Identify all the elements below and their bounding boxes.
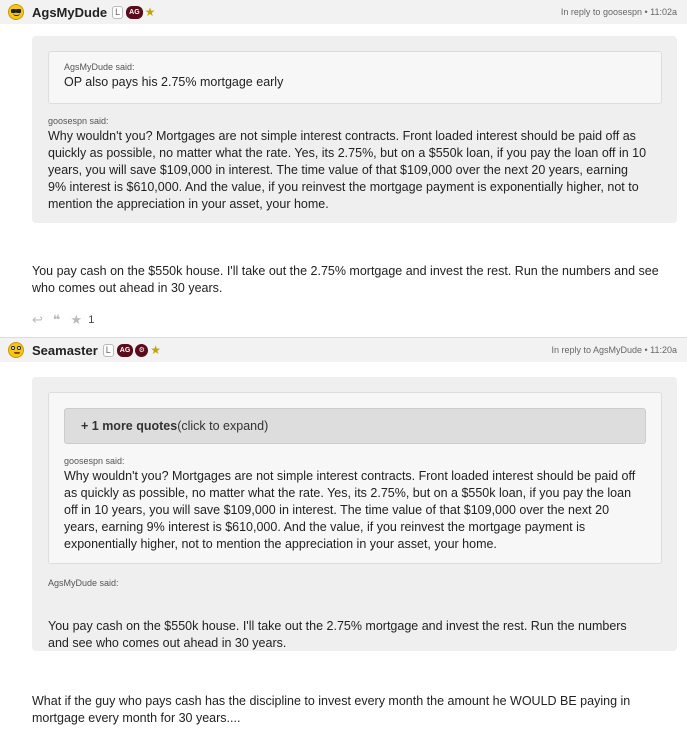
post-header: AgsMyDude L AG ★ In reply to goosespn • … bbox=[0, 0, 687, 24]
like-count: 1 bbox=[88, 314, 95, 326]
gear-badge-icon: ⚙ bbox=[135, 343, 149, 357]
quote-author: AgsMyDude said: bbox=[48, 578, 119, 588]
quote-author: goosespn said: bbox=[64, 456, 125, 466]
reply-meta[interactable]: In reply to AgsMyDude • 11:20a bbox=[551, 345, 677, 355]
quote-text: Why wouldn't you? Mortgages are not simp… bbox=[48, 129, 647, 211]
username[interactable]: Seamaster bbox=[32, 343, 98, 358]
reply-meta[interactable]: In reply to goosespn • 11:02a bbox=[561, 7, 677, 17]
ag-badge: AG bbox=[116, 343, 134, 357]
nerd-avatar-icon[interactable] bbox=[8, 342, 24, 358]
quote-block: + 1 more quotes (click to expand) gooses… bbox=[32, 377, 677, 651]
star-icon: ★ bbox=[150, 343, 162, 357]
post-actions: ↩ ❝ ★ 1 bbox=[0, 311, 687, 329]
quote-text: You pay cash on the $550k house. I'll ta… bbox=[48, 619, 627, 650]
quote-author: AgsMyDude said: bbox=[64, 62, 135, 72]
level-badge: L bbox=[102, 343, 114, 357]
post-text: What if the guy who pays cash has the di… bbox=[32, 694, 631, 725]
level-badge: L bbox=[112, 5, 124, 19]
quote-text: Why wouldn't you? Mortgages are not simp… bbox=[64, 469, 636, 551]
post-body: AgsMyDude said: OP also pays his 2.75% m… bbox=[0, 36, 687, 329]
expand-quotes-button[interactable]: + 1 more quotes (click to expand) bbox=[64, 408, 646, 444]
post-1: AgsMyDude L AG ★ In reply to goosespn • … bbox=[0, 0, 687, 329]
username[interactable]: AgsMyDude bbox=[32, 5, 107, 20]
star-icon[interactable]: ★ bbox=[71, 312, 83, 328]
expand-label: + 1 more quotes bbox=[81, 419, 178, 433]
reply-icon[interactable]: ↩ bbox=[32, 312, 43, 328]
quote-author: goosespn said: bbox=[48, 116, 109, 126]
post-text: You pay cash on the $550k house. I'll ta… bbox=[32, 264, 659, 295]
ag-badge: AG bbox=[126, 5, 143, 19]
post-body: + 1 more quotes (click to expand) gooses… bbox=[0, 377, 687, 727]
nested-quote: AgsMyDude said: OP also pays his 2.75% m… bbox=[48, 51, 662, 104]
nested-quote: + 1 more quotes (click to expand) gooses… bbox=[48, 392, 662, 564]
expand-hint: (click to expand) bbox=[177, 419, 269, 433]
post-header: Seamaster L AG ⚙ ★ In reply to AgsMyDude… bbox=[0, 338, 687, 362]
star-icon: ★ bbox=[144, 5, 156, 19]
sunglasses-avatar-icon[interactable] bbox=[8, 4, 24, 20]
quote-text: OP also pays his 2.75% mortgage early bbox=[64, 75, 284, 89]
post-2: Seamaster L AG ⚙ ★ In reply to AgsMyDude… bbox=[0, 338, 687, 727]
quote-block: AgsMyDude said: OP also pays his 2.75% m… bbox=[32, 36, 677, 223]
quote-icon[interactable]: ❝ bbox=[53, 312, 61, 328]
